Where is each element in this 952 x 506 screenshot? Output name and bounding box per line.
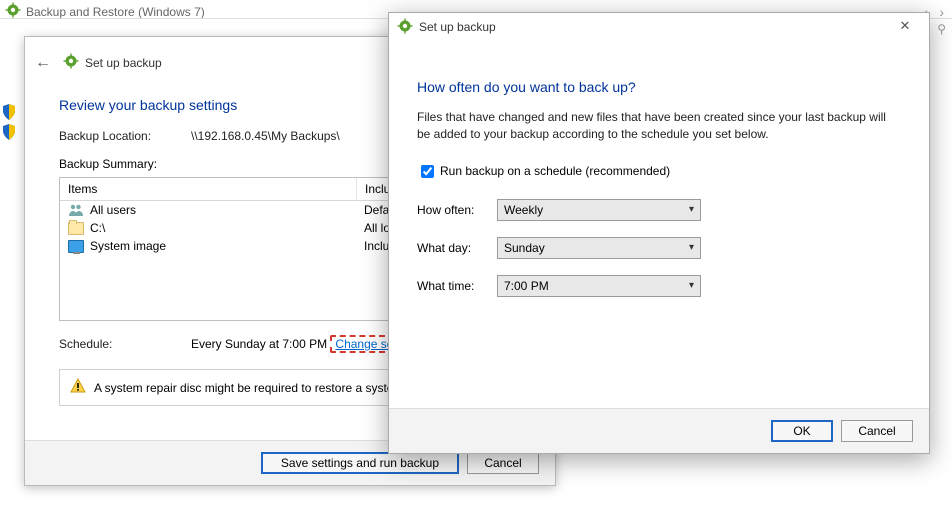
what-time-label: What time: bbox=[417, 279, 497, 293]
users-icon bbox=[68, 202, 84, 218]
search-icon[interactable]: ⚲ bbox=[937, 22, 946, 36]
close-button[interactable]: ✕ bbox=[885, 15, 925, 37]
schedule-value: Every Sunday at 7:00 PM bbox=[191, 337, 327, 351]
how-often-label: How often: bbox=[417, 203, 497, 217]
item-name: All users bbox=[90, 203, 136, 217]
cancel-button[interactable]: Cancel bbox=[467, 452, 539, 474]
run-on-schedule-checkbox[interactable] bbox=[421, 165, 434, 178]
what-day-value: Sunday bbox=[504, 241, 545, 255]
column-items[interactable]: Items bbox=[60, 178, 357, 200]
back-arrow-icon[interactable]: ← bbox=[35, 54, 51, 72]
schedule-modal: Set up backup ✕ How often do you want to… bbox=[388, 12, 930, 454]
what-day-select[interactable]: Sunday ▾ bbox=[497, 237, 701, 259]
close-icon: ✕ bbox=[900, 18, 911, 34]
ok-button[interactable]: OK bbox=[771, 420, 833, 442]
parent-window-title-text: Backup and Restore (Windows 7) bbox=[26, 5, 205, 19]
chevron-down-icon: ▾ bbox=[689, 280, 694, 291]
nav-forward-icon[interactable]: › bbox=[939, 4, 944, 20]
run-on-schedule-label: Run backup on a schedule (recommended) bbox=[440, 164, 670, 178]
what-time-select[interactable]: 7:00 PM ▾ bbox=[497, 275, 701, 297]
modal-footer: OK Cancel bbox=[389, 408, 929, 453]
chevron-down-icon: ▾ bbox=[689, 204, 694, 215]
what-day-label: What day: bbox=[417, 241, 497, 255]
cancel-button[interactable]: Cancel bbox=[841, 420, 913, 442]
save-settings-run-backup-button[interactable]: Save settings and run backup bbox=[261, 452, 459, 474]
folder-icon bbox=[68, 220, 84, 236]
monitor-icon bbox=[68, 238, 84, 254]
warning-icon bbox=[70, 378, 86, 397]
item-name: C:\ bbox=[90, 221, 105, 235]
run-on-schedule-row[interactable]: Run backup on a schedule (recommended) bbox=[417, 162, 901, 181]
shield-icon bbox=[2, 124, 16, 140]
what-time-value: 7:00 PM bbox=[504, 279, 549, 293]
backup-location-value: \\192.168.0.45\My Backups\ bbox=[191, 129, 340, 143]
how-often-value: Weekly bbox=[504, 203, 543, 217]
chevron-down-icon: ▾ bbox=[689, 242, 694, 253]
modal-title: Set up backup bbox=[419, 20, 496, 34]
setup-backup-icon bbox=[63, 53, 79, 72]
shield-icon bbox=[2, 104, 16, 120]
setup-backup-icon bbox=[397, 18, 413, 37]
modal-description: Files that have changed and new files th… bbox=[417, 109, 901, 144]
item-name: System image bbox=[90, 239, 166, 253]
modal-titlebar: Set up backup ✕ bbox=[389, 13, 929, 41]
how-often-select[interactable]: Weekly ▾ bbox=[497, 199, 701, 221]
schedule-label: Schedule: bbox=[59, 337, 191, 351]
wizard-title: Set up backup bbox=[85, 56, 162, 70]
modal-heading: How often do you want to back up? bbox=[417, 79, 901, 95]
backup-location-label: Backup Location: bbox=[59, 129, 191, 143]
